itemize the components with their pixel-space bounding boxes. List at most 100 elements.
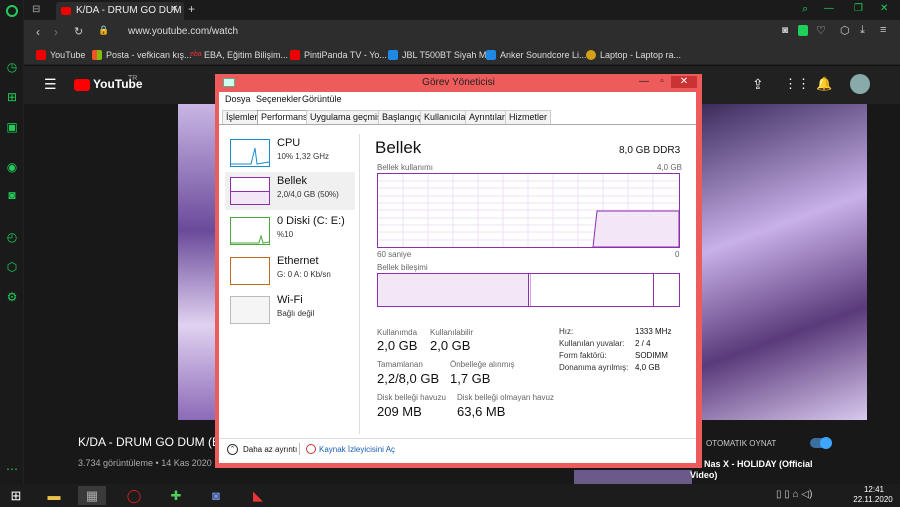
video-player-right[interactable] [697, 104, 867, 420]
resource-name: CPU [277, 137, 301, 149]
address-bar: ‹ › ↻ 🔒 www.youtube.com/watch ◙ ♡ ⬡ ⤓ ≡ [24, 20, 900, 45]
bookmark-anker[interactable]: Anker Soundcore Li... [486, 48, 587, 62]
opera-logo-icon[interactable] [6, 5, 18, 17]
valorant-taskbar-icon[interactable]: ◣ [244, 486, 272, 505]
memory-usage-graph [377, 173, 680, 248]
tab-processes[interactable]: İşlemler [222, 110, 262, 124]
resource-monitor-icon [306, 444, 316, 454]
clock-date[interactable]: 22.11.2020 [850, 495, 896, 504]
restore-icon[interactable]: ❐ [854, 3, 863, 14]
tab-services[interactable]: Hizmetler [505, 110, 552, 124]
next-video-title[interactable]: Nas X - HOLIDAY (Official [704, 459, 813, 469]
bookmark-eba[interactable]: eba EBA, Eğitim Bilişim... [190, 48, 288, 62]
prop-reserved-value: 4,0 GB [635, 363, 660, 372]
tab-startup[interactable]: Başlangıç [378, 110, 426, 124]
browser-tab-bar: ⊟ K/DA - DRUM GO DUM (Be ✕ + ⌕ — ❐ ✕ [24, 0, 900, 20]
tab-details[interactable]: Ayrıntılar [465, 110, 509, 124]
youtube-icon [36, 50, 46, 60]
browser-tab[interactable]: K/DA - DRUM GO DUM (Be [56, 2, 184, 20]
tab-performance[interactable]: Performans [257, 110, 312, 124]
start-icon[interactable]: ⊞ [2, 486, 30, 505]
speed-dial-icon[interactable]: ◷ [5, 60, 19, 74]
resource-monitor-link[interactable]: Kaynak İzleyicisini Aç [319, 445, 395, 454]
menu-icon[interactable]: ≡ [880, 24, 886, 36]
resource-disk[interactable]: 0 Diski (C: E:) %10 [225, 212, 355, 250]
opera-taskbar-icon[interactable]: ◯ [120, 486, 148, 505]
avatar[interactable] [850, 74, 870, 94]
close-button[interactable]: ✕ [671, 76, 697, 88]
forward-icon[interactable]: › [54, 25, 58, 39]
discord-icon[interactable]: ◙ [5, 188, 19, 202]
upload-icon[interactable]: ⇪ [752, 76, 764, 93]
youtube-logo-icon[interactable] [74, 79, 90, 91]
divider [219, 124, 696, 125]
task-manager-window: Görev Yöneticisi — ▫ ✕ Dosya Seçenekler … [215, 74, 702, 468]
resource-name: 0 Diski (C: E:) [277, 215, 345, 227]
task-manager-taskbar-icon[interactable]: ▦ [78, 486, 106, 505]
opera-sidebar: ◷ ⊞ ▣ ◉ ◙ ◴ ⬡ ⚙ ⋯ [0, 0, 24, 484]
search-icon[interactable]: ⌕ [802, 3, 808, 16]
tray-icons[interactable]: ▯ ▯ ⌂ ◁) [776, 489, 812, 500]
next-video-thumbnail[interactable] [574, 470, 692, 484]
tab-app-history[interactable]: Uygulama geçmişi [306, 110, 388, 124]
composition-standby [653, 274, 654, 306]
close-tab-icon[interactable]: ✕ [170, 4, 178, 15]
apps-icon[interactable]: ⋮⋮ [784, 76, 810, 92]
video-title: K/DA - DRUM GO DUM (Ba [78, 435, 227, 449]
whatsapp-icon[interactable]: ◉ [5, 160, 19, 174]
camera-icon[interactable]: ◙ [782, 25, 788, 36]
bag-icon[interactable]: ⊞ [5, 90, 19, 104]
disk-mini-graph [230, 217, 270, 245]
bookmark-laptop[interactable]: Laptop - Laptop ra... [586, 48, 681, 62]
resource-ethernet[interactable]: Ethernet G: 0 A: 0 Kb/sn [225, 252, 355, 290]
twitch-icon[interactable]: ▣ [5, 120, 19, 134]
chevron-up-icon[interactable]: ⌃ [227, 444, 238, 455]
gamepad-icon[interactable]: ⊟ [32, 4, 40, 15]
menu-file[interactable]: Dosya [225, 94, 251, 104]
new-tab-button[interactable]: + [188, 2, 195, 16]
youtube-icon [290, 50, 300, 60]
file-explorer-icon[interactable]: ▬ [40, 486, 68, 505]
next-video-title-2[interactable]: Video) [690, 470, 717, 480]
menu-options[interactable]: Seçenekler [256, 94, 301, 104]
bookmark-youtube[interactable]: YouTube [36, 48, 85, 62]
vpn-shield-icon[interactable] [798, 25, 808, 36]
close-window-icon[interactable]: ✕ [880, 3, 888, 14]
bell-icon[interactable]: 🔔 [816, 76, 832, 92]
video-player[interactable] [178, 104, 218, 420]
url-field[interactable]: www.youtube.com/watch [128, 26, 238, 37]
bookmark-jbl[interactable]: JBL T500BT Siyah M... [388, 48, 494, 62]
cube-icon[interactable]: ⬡ [840, 24, 850, 37]
prop-speed-label: Hız: [559, 327, 574, 336]
cached-label: Önbelleğe alınmış [450, 360, 515, 369]
resource-memory[interactable]: Bellek 2,0/4,0 GB (50%) [225, 172, 355, 210]
reload-icon[interactable]: ↻ [74, 25, 83, 38]
taskmgr-app-icon [223, 78, 235, 87]
game-taskbar-icon[interactable]: ✚ [162, 486, 190, 505]
minimize-icon[interactable]: — [824, 3, 834, 14]
divider [299, 443, 300, 455]
maximize-button[interactable]: ▫ [653, 76, 671, 88]
heart-icon[interactable]: ♡ [816, 24, 826, 37]
eba-icon: eba [190, 51, 202, 58]
fewer-details-link[interactable]: Daha az ayrıntı [243, 445, 297, 454]
minimize-button[interactable]: — [635, 76, 653, 88]
nonpaged-pool-value: 63,6 MB [457, 404, 506, 419]
more-icon[interactable]: ⋯ [5, 462, 19, 476]
hamburger-icon[interactable]: ☰ [44, 76, 57, 93]
resource-wifi[interactable]: Wi-Fi Bağlı değil [225, 291, 355, 329]
box-icon[interactable]: ⬡ [5, 260, 19, 274]
resource-cpu[interactable]: CPU 10% 1,32 GHz [225, 134, 355, 172]
back-icon[interactable]: ‹ [36, 25, 40, 39]
settings-icon[interactable]: ⚙ [5, 290, 19, 304]
clock-time[interactable]: 12:41 [856, 485, 892, 494]
download-icon[interactable]: ⤓ [860, 24, 865, 37]
autoplay-toggle[interactable] [810, 437, 832, 449]
menu-view[interactable]: Görüntüle [302, 94, 342, 104]
microsoft-icon [92, 50, 102, 60]
available-value: 2,0 GB [430, 338, 471, 353]
bookmark-posta[interactable]: Posta - vefkican kış... [92, 48, 192, 62]
discord-taskbar-icon[interactable]: ◙ [202, 486, 230, 505]
history-icon[interactable]: ◴ [5, 230, 19, 244]
bookmark-pintipanda[interactable]: PintiPanda TV - Yo... [290, 48, 387, 62]
